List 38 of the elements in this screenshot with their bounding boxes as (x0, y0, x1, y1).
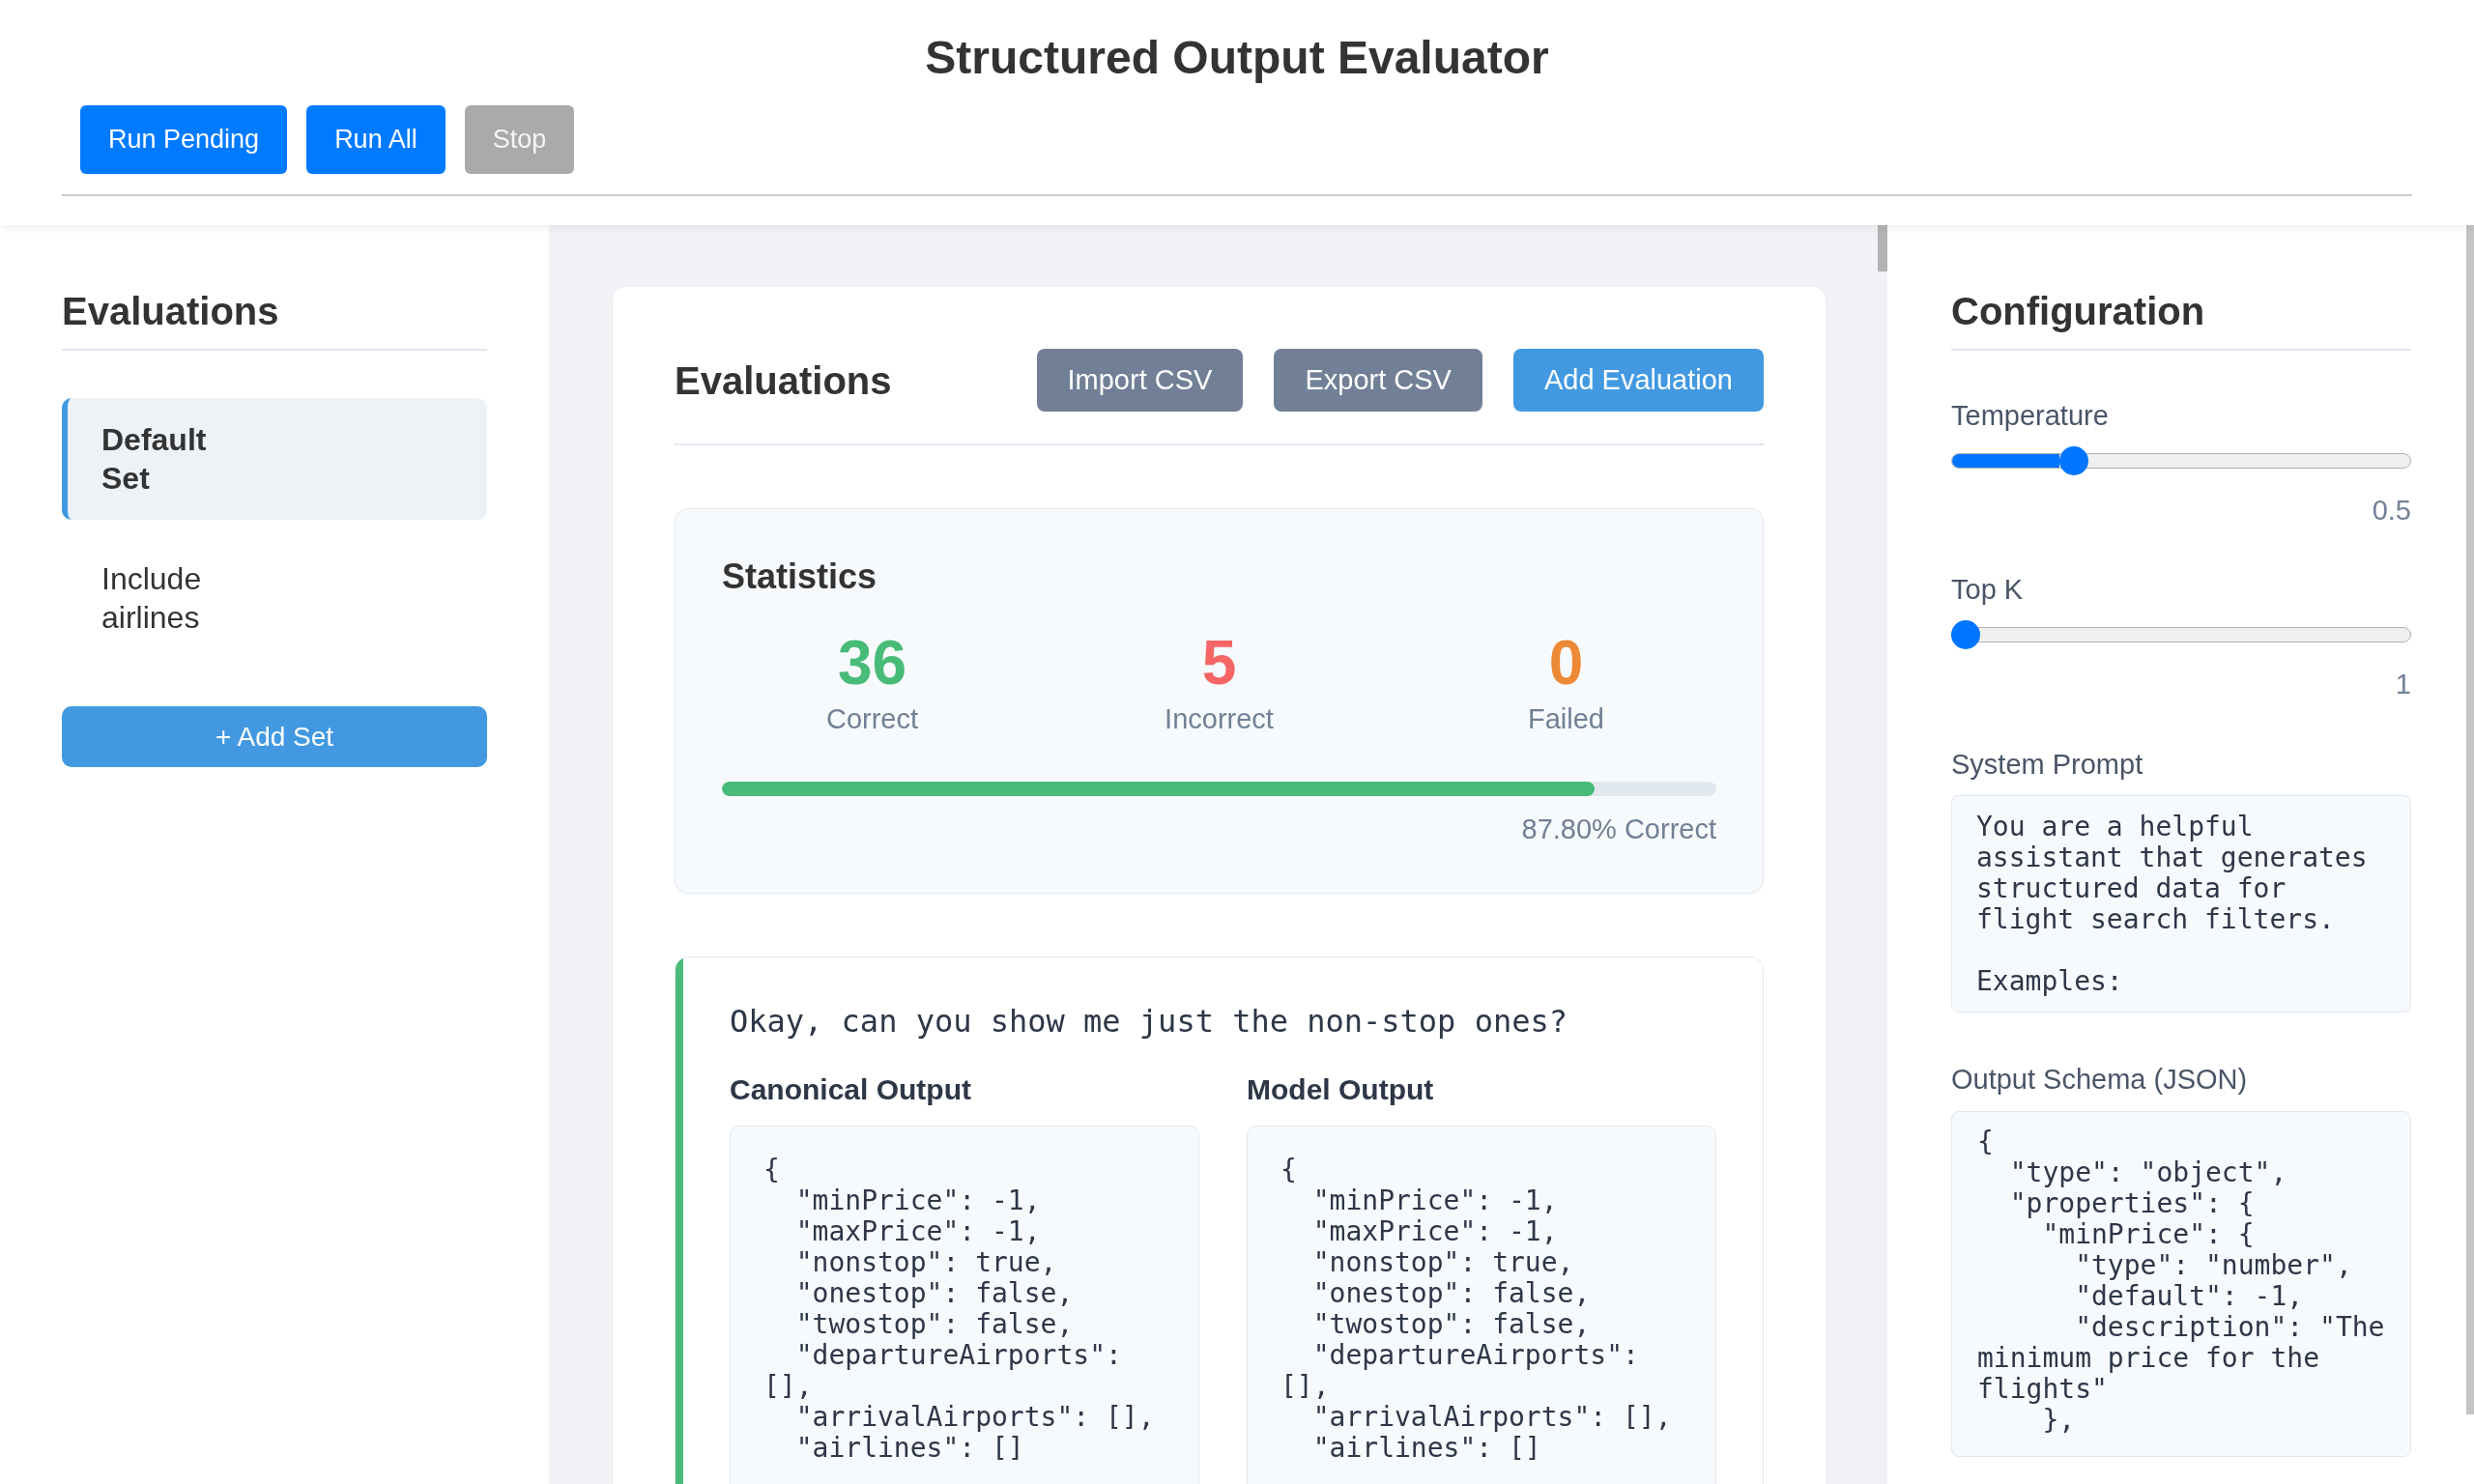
action-button[interactable]: Add Evaluation (1512, 349, 1764, 412)
slider-thumb[interactable] (2058, 446, 2088, 475)
panel-heading: Evaluations (675, 357, 892, 404)
config-label: Top K (1951, 573, 2025, 607)
code-text: { "minPrice": -1, "maxPrice": -1, "nonstop": true, "onestop": false, "twostop": false, "departureAirports": [], "arrivalAirports": [], "airlines": [] (763, 1155, 1156, 1464)
code-text: { "minPrice": -1, "maxPrice": -1, "nonstop": true, "onestop": false, "twostop": false, "departureAirports": [], "arrivalAirports": [], "airlines": [] (1280, 1155, 1673, 1464)
toolbar-button[interactable]: Run Pending (80, 105, 288, 174)
stat-value: 36 (837, 632, 907, 694)
query-text: Okay, can you show me just the non-stop ones? (730, 1004, 1568, 1039)
slider-value: 0.5 (2372, 494, 2411, 528)
stat-value: 0 (1548, 632, 1584, 694)
slider-value: 1 (2395, 668, 2411, 701)
slider[interactable] (1951, 446, 2411, 475)
app-title: Structured Output Evaluator (924, 31, 1550, 85)
progress-reading: 87.80% Correct (1521, 813, 1716, 846)
text-area-field[interactable]: You are a helpful assistant that generates structured data for flight search filters. Examples: (1951, 795, 2411, 1013)
output-heading: Model Output (1247, 1072, 1435, 1107)
stat-value: 5 (1201, 632, 1237, 694)
config-label: System Prompt (1951, 748, 2144, 782)
action-button[interactable]: Import CSV (1036, 349, 1244, 412)
scrollbar-thumb[interactable] (1878, 225, 1887, 271)
stat-label: Correct (825, 702, 919, 736)
stat-label: Incorrect (1165, 702, 1274, 736)
output-heading: Canonical Output (730, 1072, 972, 1107)
panel-heading: Configuration (1951, 289, 2206, 334)
text-area-field[interactable]: { "type": "object", "properties": { "minPrice": { "type": "number", "default": -1, "description": "The minimum price for the flights" }, (1951, 1111, 2411, 1457)
action-button[interactable]: Export CSV (1274, 349, 1482, 412)
add-set-button[interactable]: + Add Set (62, 706, 487, 767)
toolbar-button[interactable]: Run All (306, 105, 446, 174)
config-label: Temperature (1951, 399, 2110, 433)
config-label: Output Schema (JSON) (1951, 1063, 2249, 1097)
slider-thumb[interactable] (1951, 620, 1980, 649)
statistics-heading: Statistics (722, 556, 878, 597)
sidebar-heading: Evaluations (62, 289, 280, 334)
stat-label: Failed (1528, 702, 1604, 736)
set-list-item[interactable]: Default Set (62, 398, 487, 520)
slider[interactable] (1951, 620, 2411, 649)
scrollbar-thumb[interactable] (2466, 225, 2474, 1414)
